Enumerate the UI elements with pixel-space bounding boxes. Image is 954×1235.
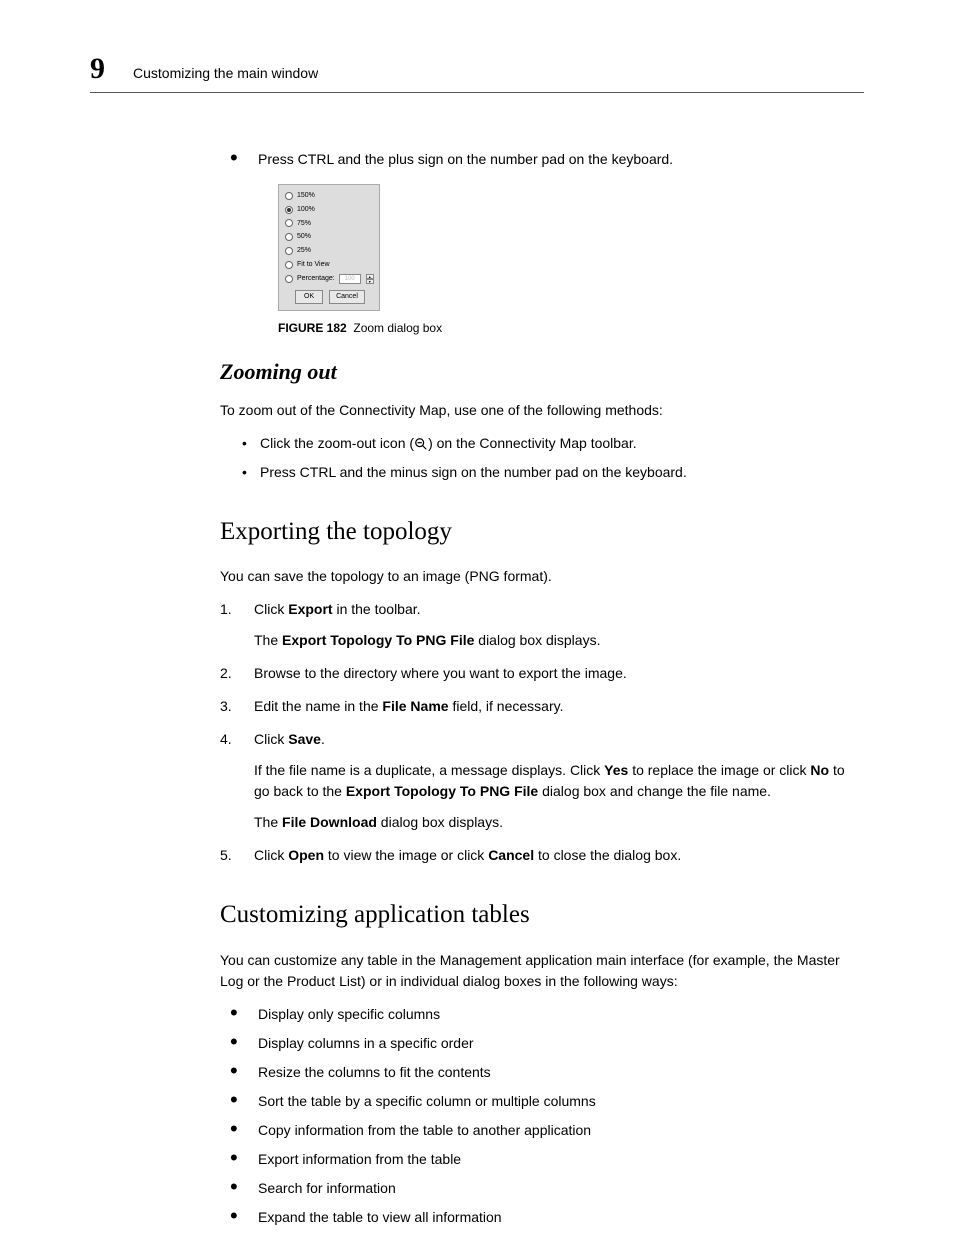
radio-icon bbox=[285, 247, 293, 255]
exporting-heading: Exporting the topology bbox=[220, 513, 864, 551]
text: Edit the name in the bbox=[254, 698, 382, 714]
zoom-out-bullet-ctrl: Press CTRL and the minus sign on the num… bbox=[242, 462, 864, 483]
text-bold: Export Topology To PNG File bbox=[346, 783, 538, 799]
percentage-label: Percentage: bbox=[297, 274, 335, 284]
figure-number: FIGURE 182 bbox=[278, 321, 347, 335]
tables-bullet: Sort the table by a specific column or m… bbox=[230, 1091, 864, 1112]
zoom-dialog-figure: 150% 100% 75% 50% 25% Fit to View bbox=[278, 184, 864, 311]
tables-bullets: Display only specific columns Display co… bbox=[230, 1004, 864, 1228]
text: dialog box displays. bbox=[474, 632, 600, 648]
zoom-in-methods: Press CTRL and the plus sign on the numb… bbox=[230, 149, 864, 170]
figure-caption: FIGURE 182 Zoom dialog box bbox=[278, 319, 864, 337]
radio-icon bbox=[285, 192, 293, 200]
dialog-buttons: OK Cancel bbox=[285, 290, 375, 304]
tables-heading: Customizing application tables bbox=[220, 896, 864, 934]
text: in the toolbar. bbox=[333, 601, 421, 617]
text: If the file name is a duplicate, a messa… bbox=[254, 762, 604, 778]
tables-bullet: Export information from the table bbox=[230, 1149, 864, 1170]
export-step-4: Click Save. If the file name is a duplic… bbox=[220, 729, 864, 833]
text: Click the zoom-out icon ( bbox=[260, 435, 414, 451]
text: field, if necessary. bbox=[449, 698, 564, 714]
export-step-1: Click Export in the toolbar. The Export … bbox=[220, 599, 864, 651]
zoom-option-100[interactable]: 100% bbox=[285, 205, 375, 215]
zoom-option-150[interactable]: 150% bbox=[285, 191, 375, 201]
zoom-option-label: 75% bbox=[297, 219, 311, 229]
text-bold: Cancel bbox=[488, 847, 534, 863]
text: to view the image or click bbox=[324, 847, 488, 863]
export-step4-sub2: The File Download dialog box displays. bbox=[254, 812, 864, 833]
text: to close the dialog box. bbox=[534, 847, 681, 863]
text-bold: File Name bbox=[382, 698, 448, 714]
exporting-intro: You can save the topology to an image (P… bbox=[220, 566, 864, 587]
export-step-5: Click Open to view the image or click Ca… bbox=[220, 845, 864, 866]
cancel-button[interactable]: Cancel bbox=[329, 290, 365, 304]
zoom-option-label: 100% bbox=[297, 205, 315, 215]
text-bold: File Download bbox=[282, 814, 377, 830]
tables-bullet: Resize the columns to fit the contents bbox=[230, 1062, 864, 1083]
text: ) on the Connectivity Map toolbar. bbox=[428, 435, 637, 451]
tables-bullet: Search for information bbox=[230, 1178, 864, 1199]
export-step1-sub: The Export Topology To PNG File dialog b… bbox=[254, 630, 864, 651]
page-header: 9 Customizing the main window bbox=[90, 52, 864, 93]
zoom-option-percentage[interactable]: Percentage: 100 ▴▾ bbox=[285, 274, 375, 284]
chapter-title: Customizing the main window bbox=[133, 65, 318, 81]
tables-intro: You can customize any table in the Manag… bbox=[220, 950, 864, 992]
text: Click bbox=[254, 731, 288, 747]
export-steps: Click Export in the toolbar. The Export … bbox=[220, 599, 864, 866]
page-content: Press CTRL and the plus sign on the numb… bbox=[220, 149, 864, 1228]
zoom-out-bullet-icon: Click the zoom-out icon ( ) on the Connec… bbox=[242, 433, 864, 454]
export-step-3: Edit the name in the File Name field, if… bbox=[220, 696, 864, 717]
text-bold: Open bbox=[288, 847, 324, 863]
zoom-option-label: Fit to View bbox=[297, 260, 330, 270]
tables-bullet: Copy information from the table to anoth… bbox=[230, 1120, 864, 1141]
export-step4-sub1: If the file name is a duplicate, a messa… bbox=[254, 760, 864, 802]
zoom-out-methods: Click the zoom-out icon ( ) on the Connec… bbox=[242, 433, 864, 483]
text: Click bbox=[254, 847, 288, 863]
tables-bullet: Display only specific columns bbox=[230, 1004, 864, 1025]
zoom-option-label: 150% bbox=[297, 191, 315, 201]
tables-bullet: Display columns in a specific order bbox=[230, 1033, 864, 1054]
text-bold: Save bbox=[288, 731, 321, 747]
text-bold: Export Topology To PNG File bbox=[282, 632, 474, 648]
zooming-out-intro: To zoom out of the Connectivity Map, use… bbox=[220, 400, 864, 421]
text: The bbox=[254, 814, 282, 830]
radio-icon bbox=[285, 219, 293, 227]
text-bold: No bbox=[810, 762, 829, 778]
zoom-option-fit[interactable]: Fit to View bbox=[285, 260, 375, 270]
zoom-out-icon bbox=[414, 437, 428, 451]
text: to replace the image or click bbox=[628, 762, 810, 778]
zoom-dialog: 150% 100% 75% 50% 25% Fit to View bbox=[278, 184, 380, 311]
zooming-out-heading: Zooming out bbox=[220, 355, 864, 388]
zoom-option-25[interactable]: 25% bbox=[285, 246, 375, 256]
export-step-2: Browse to the directory where you want t… bbox=[220, 663, 864, 684]
text: The bbox=[254, 632, 282, 648]
spinner[interactable]: ▴▾ bbox=[366, 274, 374, 284]
ok-button[interactable]: OK bbox=[295, 290, 323, 304]
radio-icon bbox=[285, 206, 293, 214]
percentage-input[interactable]: 100 bbox=[339, 274, 361, 284]
zoom-option-75[interactable]: 75% bbox=[285, 219, 375, 229]
text: dialog box and change the file name. bbox=[538, 783, 771, 799]
radio-icon bbox=[285, 261, 293, 269]
text-bold: Export bbox=[288, 601, 332, 617]
tables-bullet: Expand the table to view all information bbox=[230, 1207, 864, 1228]
zoom-option-label: 50% bbox=[297, 232, 311, 242]
text: . bbox=[321, 731, 325, 747]
spin-down-icon[interactable]: ▾ bbox=[366, 279, 374, 284]
text-bold: Yes bbox=[604, 762, 628, 778]
chapter-number: 9 bbox=[90, 52, 105, 86]
zoom-option-50[interactable]: 50% bbox=[285, 232, 375, 242]
text: dialog box displays. bbox=[377, 814, 503, 830]
figure-title: Zoom dialog box bbox=[353, 321, 442, 335]
zoom-in-bullet: Press CTRL and the plus sign on the numb… bbox=[230, 149, 864, 170]
radio-icon bbox=[285, 275, 293, 283]
text: Click bbox=[254, 601, 288, 617]
zoom-option-label: 25% bbox=[297, 246, 311, 256]
radio-icon bbox=[285, 233, 293, 241]
